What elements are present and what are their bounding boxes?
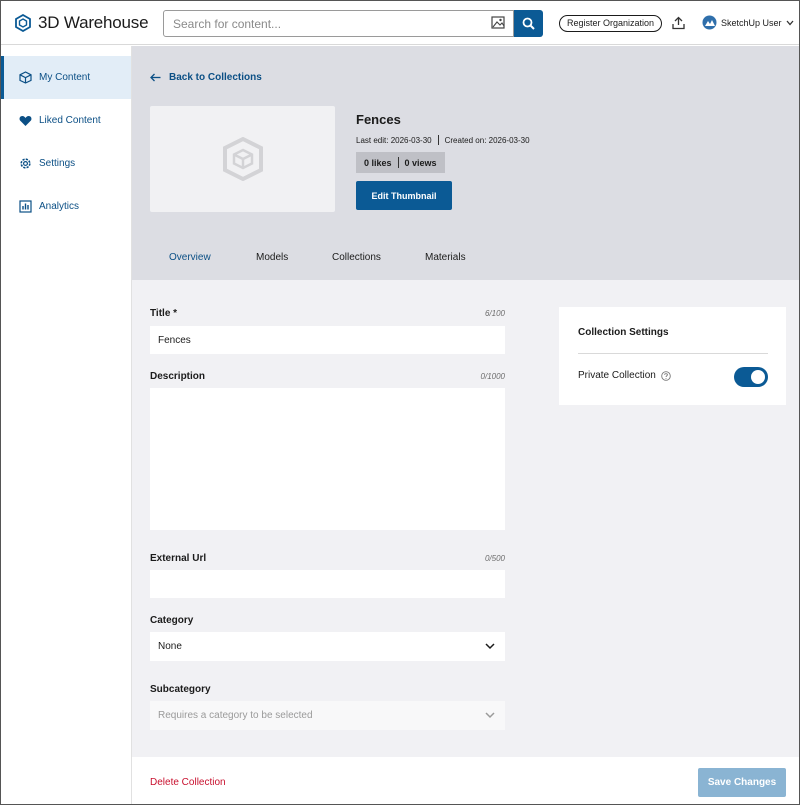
- collection-title: Fences: [356, 112, 401, 127]
- tab-models[interactable]: Models: [256, 252, 288, 263]
- category-label: Category: [150, 615, 194, 626]
- bar-chart-icon: [19, 200, 32, 213]
- title-input[interactable]: Fences: [150, 326, 505, 354]
- cube-placeholder-icon: [222, 137, 263, 181]
- sidebar-item-label: Analytics: [39, 201, 80, 212]
- logo-text: 3D Warehouse: [38, 12, 149, 32]
- chevron-down-icon: [786, 20, 794, 25]
- search-input[interactable]: [173, 16, 483, 31]
- cube-icon: [19, 71, 32, 84]
- toggle-knob: [751, 370, 765, 384]
- divider: [397, 157, 399, 168]
- tab-overview[interactable]: Overview: [169, 252, 211, 263]
- created-on-date: Created on: 2026-03-30: [444, 135, 530, 145]
- title-label: Title *: [150, 308, 178, 319]
- private-collection-row: Private Collection: [578, 370, 671, 381]
- last-edit-date: Last edit: 2026-03-30: [356, 135, 432, 145]
- subcategory-select[interactable]: Requires a category to be selected: [150, 701, 505, 730]
- title-char-count: 6/100: [484, 309, 505, 318]
- external-url-input[interactable]: [150, 570, 505, 598]
- save-changes-button[interactable]: Save Changes: [698, 768, 786, 797]
- sidebar-item-label: My Content: [39, 72, 91, 83]
- back-to-collections-link[interactable]: Back to Collections: [150, 72, 262, 83]
- upload-icon[interactable]: [672, 16, 685, 30]
- category-value: None: [158, 641, 182, 652]
- search-button[interactable]: [514, 10, 543, 37]
- heart-icon: [19, 115, 32, 126]
- collection-form-area: Title * 6/100 Fences Description 0/1000 …: [132, 280, 799, 757]
- sidebar-item-settings[interactable]: Settings: [1, 142, 131, 185]
- category-select[interactable]: None: [150, 632, 505, 661]
- sidebar-item-my-content[interactable]: My Content: [1, 56, 131, 99]
- views-count: 0 views: [404, 157, 437, 168]
- divider: [578, 353, 768, 354]
- private-collection-label: Private Collection: [578, 370, 656, 381]
- help-icon[interactable]: [661, 370, 671, 381]
- collection-settings-card: Collection Settings Private Collection: [559, 307, 786, 405]
- collection-stats: 0 likes 0 views: [356, 152, 445, 173]
- search-icon: [522, 17, 535, 30]
- collection-tabs: Overview Models Collections Materials: [132, 246, 799, 280]
- top-header: 3D Warehouse Register Organization Sketc…: [1, 1, 799, 45]
- form-footer: Delete Collection Save Changes: [132, 757, 799, 804]
- search-box: [163, 10, 514, 37]
- divider: [437, 135, 439, 145]
- chevron-down-icon: [485, 643, 495, 650]
- description-label: Description: [150, 371, 206, 382]
- chevron-down-icon: [485, 712, 495, 719]
- collection-thumbnail: [150, 106, 335, 212]
- user-name: SketchUp User: [721, 17, 782, 28]
- card-title: Collection Settings: [578, 327, 669, 338]
- user-menu[interactable]: SketchUp User: [702, 15, 794, 30]
- logo[interactable]: 3D Warehouse: [14, 13, 162, 33]
- avatar: [702, 15, 717, 30]
- sidebar-item-analytics[interactable]: Analytics: [1, 185, 131, 228]
- tab-materials[interactable]: Materials: [425, 252, 466, 263]
- collection-dates: Last edit: 2026-03-30 Created on: 2026-0…: [356, 135, 530, 145]
- description-char-count: 0/1000: [480, 372, 505, 381]
- delete-collection-button[interactable]: Delete Collection: [150, 777, 226, 788]
- sidebar-item-label: Liked Content: [39, 115, 101, 126]
- external-url-label: External Url: [150, 553, 207, 564]
- sidebar-item-label: Settings: [39, 158, 76, 169]
- sidebar: My Content Liked Content Settings Analyt…: [1, 46, 132, 804]
- warehouse-logo-icon: [15, 13, 31, 32]
- collection-header: Back to Collections Fences Last edit: 20…: [132, 46, 799, 280]
- subcategory-value: Requires a category to be selected: [158, 710, 313, 721]
- likes-count: 0 likes: [364, 157, 392, 168]
- external-url-char-count: 0/500: [484, 554, 505, 563]
- image-search-icon[interactable]: [491, 16, 505, 29]
- arrow-left-icon: [150, 73, 161, 82]
- gear-icon: [20, 158, 31, 169]
- register-organization-button[interactable]: Register Organization: [559, 15, 663, 32]
- tab-collections[interactable]: Collections: [332, 252, 381, 263]
- description-textarea[interactable]: [150, 388, 505, 530]
- subcategory-label: Subcategory: [150, 684, 211, 695]
- private-collection-toggle[interactable]: [734, 367, 768, 387]
- sidebar-item-liked-content[interactable]: Liked Content: [1, 99, 131, 142]
- edit-thumbnail-button[interactable]: Edit Thumbnail: [356, 181, 452, 210]
- back-link-label: Back to Collections: [169, 72, 262, 83]
